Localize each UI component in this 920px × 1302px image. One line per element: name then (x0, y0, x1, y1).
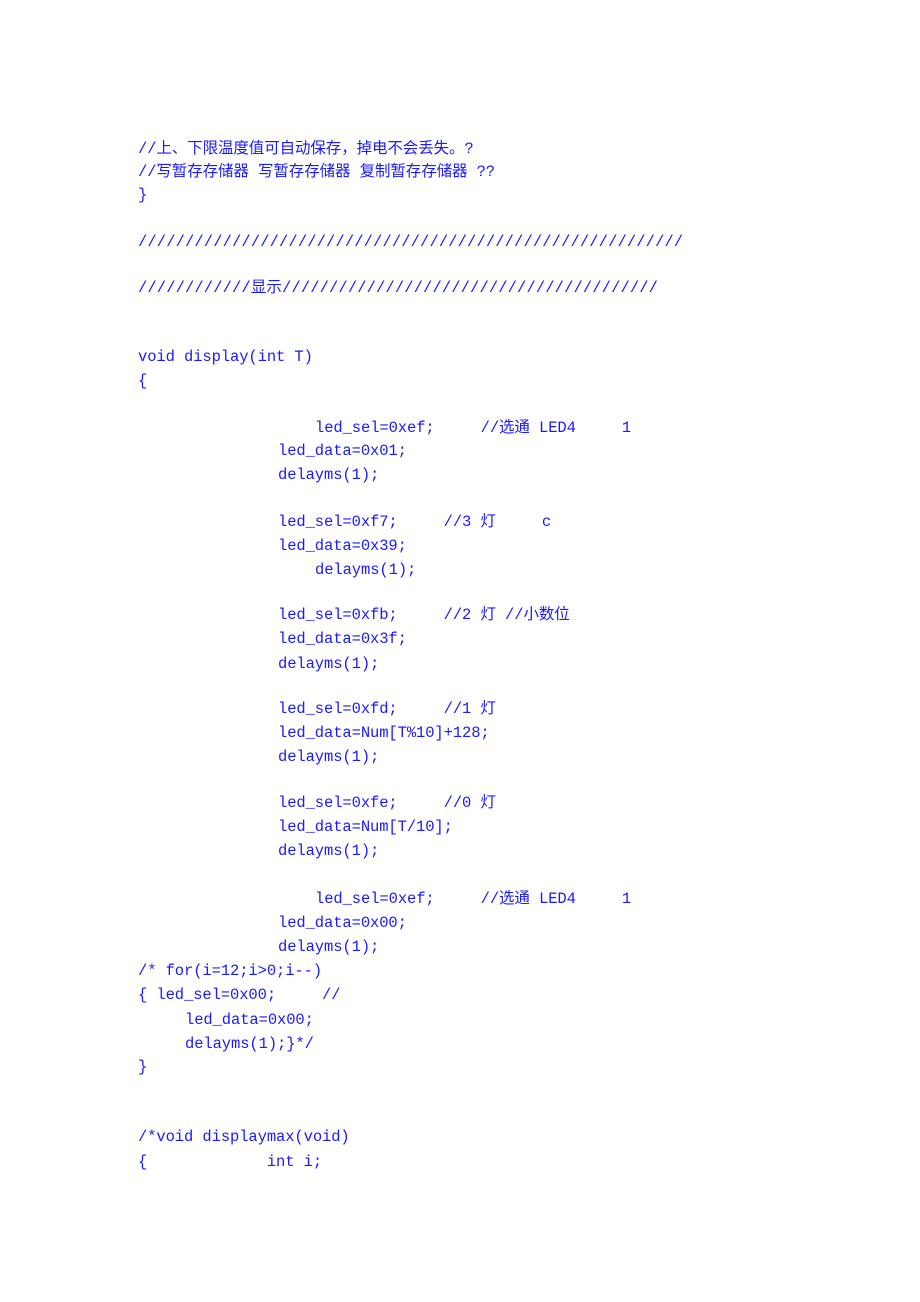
code-line: delayms(1); (278, 938, 380, 956)
code-line: led_sel=0xef; //选通 LED4 1 (315, 890, 632, 908)
code-line: led_data=0x01; (278, 442, 407, 460)
code-line: led_data=Num[T%10]+128; (278, 724, 490, 742)
commented-code-line: { led_sel=0x00; // (138, 986, 341, 1004)
code-line: led_sel=0xfe; //0 灯 (278, 794, 496, 812)
code-line: led_sel=0xfd; //1 灯 (278, 700, 496, 718)
section-header-display: ////////////显示//////////////////////////… (138, 279, 659, 297)
code-line: led_data=0x3f; (278, 630, 407, 648)
comment-line-scratchpad: //写暂存存储器 写暂存存储器 复制暂存存储器 ?? (138, 163, 496, 181)
closing-brace: } (138, 186, 148, 204)
code-line: delayms(1); (315, 561, 417, 579)
code-line: delayms(1); (278, 466, 380, 484)
commented-code-line: { int i; (138, 1153, 323, 1171)
separator-line: ////////////////////////////////////////… (138, 233, 684, 251)
code-line: led_sel=0xfb; //2 灯 //小数位 (278, 606, 570, 624)
code-line: led_sel=0xef; //选通 LED4 1 (315, 419, 632, 437)
commented-code-line: led_data=0x00; (185, 1011, 314, 1029)
closing-brace: } (138, 1058, 148, 1076)
code-line: led_sel=0xf7; //3 灯 c (278, 513, 552, 531)
function-signature-display: void display(int T) (138, 348, 313, 366)
code-line: delayms(1); (278, 655, 380, 673)
opening-brace: { (138, 372, 148, 390)
commented-code-line: delayms(1);}*/ (185, 1035, 314, 1053)
commented-function-signature: /*void displaymax(void) (138, 1128, 350, 1146)
code-line: delayms(1); (278, 842, 380, 860)
code-line: led_data=Num[T/10]; (278, 818, 453, 836)
code-line: led_data=0x00; (278, 914, 407, 932)
code-line: led_data=0x39; (278, 537, 407, 555)
code-line: delayms(1); (278, 748, 380, 766)
comment-line-autosave: //上、下限温度值可自动保存，掉电不会丢失。? (138, 140, 474, 158)
commented-code-line: /* for(i=12;i>0;i--) (138, 962, 323, 980)
document-page: //上、下限温度值可自动保存，掉电不会丢失。? //写暂存存储器 写暂存存储器 … (0, 0, 920, 1302)
